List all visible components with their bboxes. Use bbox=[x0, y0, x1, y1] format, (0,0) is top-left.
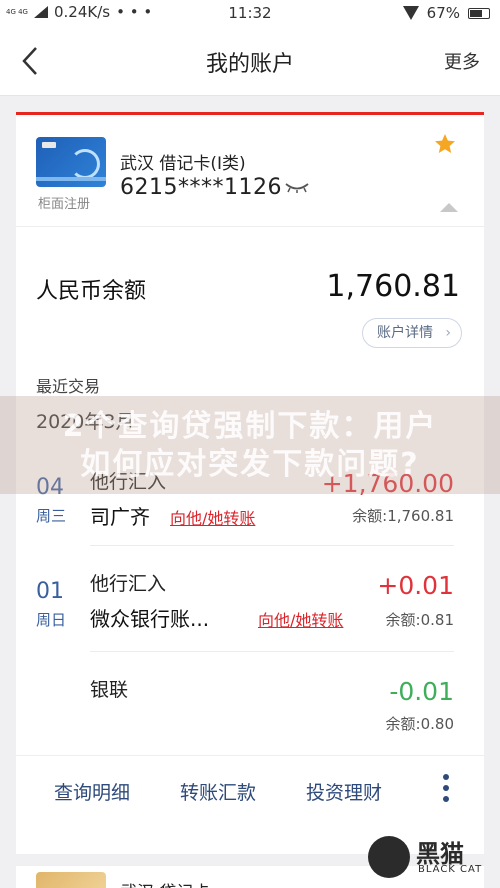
tx-type: 银联 bbox=[90, 679, 129, 701]
balance-label: 人民币余额 bbox=[36, 279, 147, 304]
card-caption: 柜面注册 bbox=[38, 197, 91, 212]
account-header[interactable]: 柜面注册 武汉 借记卡(I类) 6215****1126 bbox=[16, 115, 484, 227]
tx-amount: +0.01 bbox=[377, 571, 454, 600]
query-detail-button[interactable]: 查询明细 bbox=[54, 778, 130, 805]
status-right: 67% bbox=[402, 4, 490, 22]
action-bar: 查询明细 转账汇款 投资理财 bbox=[16, 755, 484, 825]
account-detail-label: 账户详情 bbox=[377, 325, 433, 341]
account-detail-button[interactable]: 账户详情 › bbox=[362, 318, 462, 348]
tx-weekday: 周三 bbox=[36, 507, 67, 525]
bank-card-image bbox=[36, 872, 106, 888]
tx-balance: 余额:0.81 bbox=[385, 611, 454, 629]
recent-transactions-title: 最近交易 bbox=[36, 377, 101, 396]
chevron-right-icon: › bbox=[445, 325, 451, 341]
more-vertical-icon[interactable] bbox=[442, 774, 450, 806]
card-stripe bbox=[36, 177, 106, 181]
collapse-icon[interactable] bbox=[440, 203, 458, 212]
banner-line-1: 2个查询贷强制下款：用户 bbox=[62, 409, 438, 444]
bank-card-image bbox=[36, 137, 106, 187]
favorite-star-icon[interactable] bbox=[434, 133, 456, 155]
battery-percent: 67% bbox=[426, 4, 460, 22]
transfer-to-link[interactable]: 向他/她转账 bbox=[258, 607, 343, 631]
tx-counterparty: 微众银行账... bbox=[90, 607, 210, 631]
cat-logo-icon bbox=[368, 836, 410, 878]
transfer-to-link[interactable]: 向他/她转账 bbox=[170, 505, 255, 529]
tx-day: 01 bbox=[36, 579, 64, 604]
tx-balance: 余额:1,760.81 bbox=[352, 507, 454, 525]
transaction-row[interactable]: 01 周日 他行汇入 微众银行账... 向他/她转账 +0.01 余额:0.81 bbox=[16, 569, 484, 673]
battery-icon bbox=[468, 7, 490, 19]
hide-eye-icon[interactable] bbox=[284, 181, 310, 193]
page-title: 我的账户 bbox=[205, 52, 294, 77]
account-type: 武汉 借记卡(I类) bbox=[120, 154, 246, 174]
tx-weekday: 周日 bbox=[36, 611, 67, 629]
tx-counterparty: 司广齐 bbox=[90, 505, 150, 529]
overlay-banner: 2个查询贷强制下款：用户 如何应对突发下款问题? bbox=[0, 396, 500, 494]
divider bbox=[90, 651, 454, 652]
divider bbox=[90, 545, 454, 546]
wifi-icon bbox=[402, 6, 419, 20]
investment-button[interactable]: 投资理财 bbox=[306, 778, 382, 805]
tx-type: 他行汇入 bbox=[90, 573, 167, 595]
tx-balance: 余额:0.80 bbox=[385, 715, 454, 733]
watermark-logo: 黑猫 BLACK CAT bbox=[368, 832, 492, 884]
more-button[interactable]: 更多 bbox=[444, 48, 480, 74]
status-bar: 4G 4G 0.24K/s • • • 11:32 67% bbox=[0, 0, 500, 26]
tx-amount: -0.01 bbox=[389, 677, 454, 706]
logo-en: BLACK CAT bbox=[418, 864, 483, 875]
banner-line-2: 如何应对突发下款问题? bbox=[80, 447, 420, 482]
account-type: 武汉 贷记卡 bbox=[120, 878, 210, 888]
card-logo-icon bbox=[70, 149, 100, 179]
card-chip bbox=[42, 142, 56, 148]
nav-bar: 我的账户 更多 bbox=[0, 26, 500, 96]
balance-value: 1,760.81 bbox=[326, 269, 460, 304]
transfer-button[interactable]: 转账汇款 bbox=[180, 778, 256, 805]
account-number: 6215****1126 bbox=[120, 175, 282, 200]
